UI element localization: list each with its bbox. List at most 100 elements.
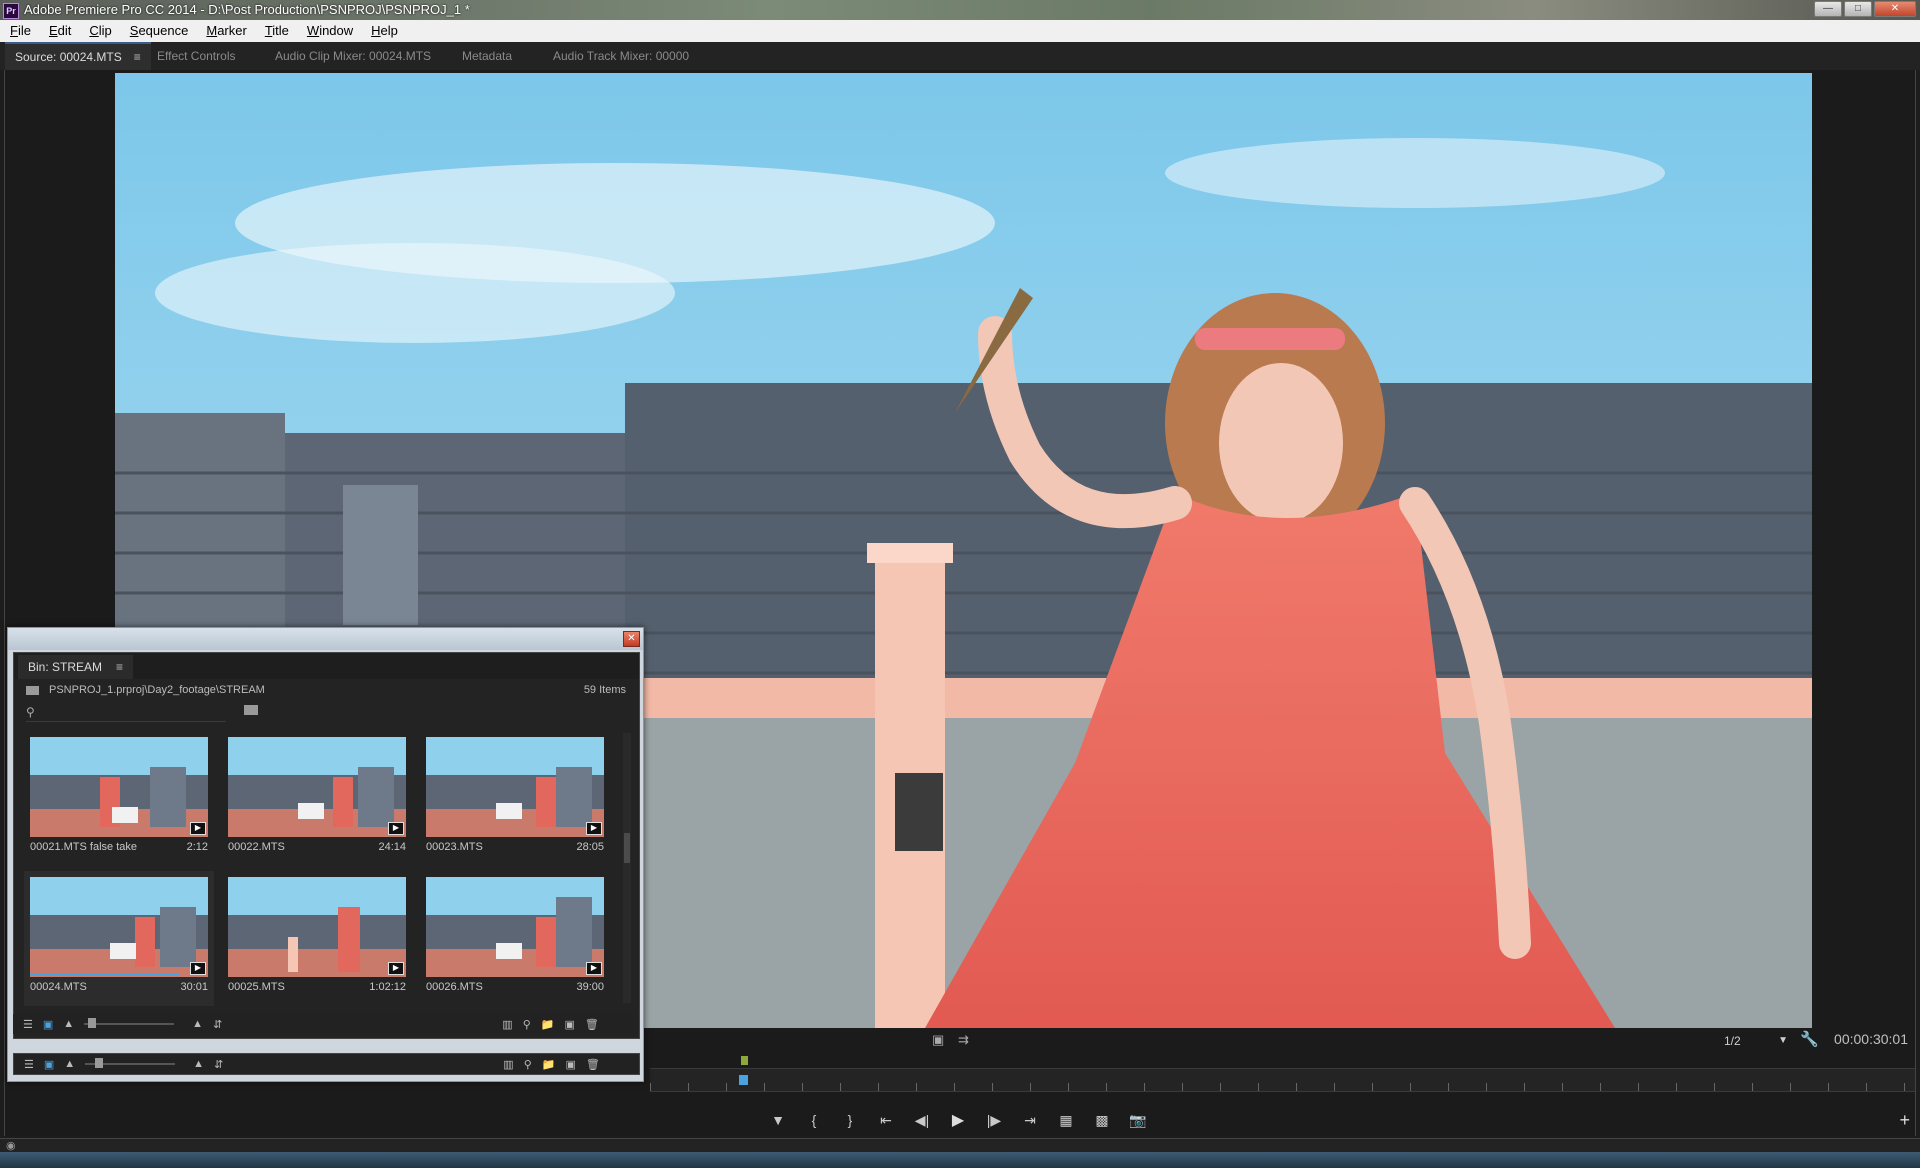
new-item-icon[interactable]: ▣ xyxy=(565,1058,575,1071)
icon-view-icon[interactable]: ▣ xyxy=(43,1018,53,1031)
menu-title[interactable]: Title xyxy=(255,20,297,42)
premiere-logo-icon: Pr xyxy=(3,3,19,19)
playhead[interactable] xyxy=(738,1075,748,1085)
clip-thumbnail[interactable]: ▶ xyxy=(30,877,208,977)
bin-menu-icon[interactable]: ≡ xyxy=(116,660,123,674)
safe-margins-icon[interactable]: ▣ xyxy=(932,1032,944,1048)
clip-thumbnail[interactable]: ▶ xyxy=(426,877,604,977)
panel-tab-bar: Source: 00024.MTS ≡ Effect Controls Audio… xyxy=(0,42,1920,70)
transport-controls: ▼ { } ⇤ ◀| ▶ |▶ ⇥ ▦ ▩ 📷 xyxy=(760,1108,1156,1132)
title-bar: Pr Adobe Premiere Pro CC 2014 - D:\Post … xyxy=(0,0,1920,20)
step-forward-button[interactable]: |▶ xyxy=(976,1112,1012,1129)
clip-item-selected[interactable]: ▶ 00024.MTS 30:01 xyxy=(24,871,214,1006)
scrollbar-thumb[interactable] xyxy=(624,833,630,863)
menu-clip[interactable]: Clip xyxy=(79,20,119,42)
new-search-bin-icon[interactable] xyxy=(244,705,258,715)
bin-path: PSNPROJ_1.prproj\Day2_footage\STREAM 59 … xyxy=(26,684,626,700)
clip-thumbnail[interactable]: ▶ xyxy=(426,737,604,837)
sort-icon[interactable]: ⇵ xyxy=(213,1018,222,1031)
trash-icon[interactable]: 🗑 xyxy=(585,1018,599,1031)
automate-to-sequence-icon[interactable]: ▥ xyxy=(502,1018,512,1031)
window-controls: — □ ✕ xyxy=(1814,0,1916,18)
background-render-icon[interactable]: ◉ xyxy=(6,1139,16,1152)
bin-tab-bar: Bin: STREAM ≡ xyxy=(14,653,639,679)
thumbnail-size-slider[interactable] xyxy=(84,1018,175,1028)
button-editor-plus-icon[interactable]: + xyxy=(1899,1110,1910,1131)
mark-in-button[interactable]: { xyxy=(796,1112,832,1128)
folder-icon[interactable] xyxy=(26,685,39,695)
bin-panel: Bin: STREAM ≡ PSNPROJ_1.prproj\Day2_foota… xyxy=(13,652,640,1039)
menu-edit[interactable]: Edit xyxy=(39,20,79,42)
find-icon[interactable]: ⚲ xyxy=(524,1058,532,1071)
zoom-in-icon[interactable]: ▲ xyxy=(192,1018,203,1030)
panel-menu-icon[interactable]: ≡ xyxy=(134,50,141,64)
status-bar: ◉ xyxy=(0,1138,1920,1153)
trash-icon[interactable]: 🗑 xyxy=(586,1058,600,1071)
slider-knob[interactable] xyxy=(95,1058,104,1068)
tab-source[interactable]: Source: 00024.MTS ≡ xyxy=(5,42,151,70)
clip-item[interactable]: ▶ 00022.MTS 24:14 xyxy=(222,731,412,866)
menu-window[interactable]: Window xyxy=(297,20,361,42)
automate-to-sequence-icon[interactable]: ▥ xyxy=(503,1058,513,1071)
list-view-icon[interactable]: ☰ xyxy=(23,1018,33,1031)
tab-audio-track-mixer[interactable]: Audio Track Mixer: 00000 xyxy=(553,42,689,70)
find-icon[interactable]: ⚲ xyxy=(523,1018,531,1031)
project-footer-toolbar: ☰ ▣ ▲ ▲ ⇵ ▥ ⚲ 📁 ▣ 🗑 xyxy=(13,1053,640,1075)
bin-search-input[interactable]: ⚲ xyxy=(26,703,226,722)
new-bin-icon[interactable]: 📁 xyxy=(542,1058,556,1071)
clip-item[interactable]: ▶ 00025.MTS 1:02:12 xyxy=(222,871,412,1006)
menu-help[interactable]: Help xyxy=(361,20,406,42)
clip-type-icon: ▶ xyxy=(388,962,404,975)
clip-thumbnail[interactable]: ▶ xyxy=(228,737,406,837)
clip-item[interactable]: ▶ 00021.MTS false take 2:12 xyxy=(24,731,214,866)
tab-metadata[interactable]: Metadata xyxy=(462,42,512,70)
icon-view-icon[interactable]: ▣ xyxy=(44,1058,54,1071)
monitor-time-ruler[interactable] xyxy=(650,1068,1915,1092)
drag-video-icon[interactable]: ⇉ xyxy=(958,1032,969,1048)
play-button[interactable]: ▶ xyxy=(940,1110,976,1130)
mark-out-button[interactable]: } xyxy=(832,1112,868,1128)
clip-item[interactable]: ▶ 00026.MTS 39:00 xyxy=(420,871,610,1006)
duration-timecode[interactable]: 00:00:30:01 xyxy=(1834,1031,1908,1047)
new-bin-icon[interactable]: 📁 xyxy=(541,1018,555,1031)
clip-thumbnail[interactable]: ▶ xyxy=(30,737,208,837)
step-back-button[interactable]: ◀| xyxy=(904,1112,940,1129)
bin-window-titlebar[interactable] xyxy=(8,628,643,650)
settings-wrench-icon[interactable]: 🔧 xyxy=(1800,1030,1819,1048)
go-to-out-button[interactable]: ⇥ xyxy=(1012,1112,1048,1129)
clip-thumbnail[interactable]: ▶ xyxy=(228,877,406,977)
in-point-marker[interactable] xyxy=(741,1056,748,1065)
bin-floating-window: ✕ Bin: STREAM ≡ PSNPROJ_1.prproj\Day2_foo… xyxy=(7,627,644,1082)
bin-scrollbar[interactable] xyxy=(623,733,631,1003)
new-item-icon[interactable]: ▣ xyxy=(564,1018,574,1031)
minimize-button[interactable]: — xyxy=(1814,1,1842,17)
maximize-button[interactable]: □ xyxy=(1844,1,1872,17)
clip-item[interactable]: ▶ 00023.MTS 28:05 xyxy=(420,731,610,866)
zoom-level-select[interactable]: 1/2 ▼ xyxy=(1724,1032,1788,1050)
overwrite-button[interactable]: ▩ xyxy=(1084,1112,1120,1129)
sort-icon[interactable]: ⇵ xyxy=(214,1058,223,1071)
export-frame-camera-icon[interactable]: 📷 xyxy=(1120,1112,1156,1129)
zoom-out-icon[interactable]: ▲ xyxy=(63,1018,74,1030)
go-to-in-button[interactable]: ⇤ xyxy=(868,1112,904,1129)
tab-bin-stream[interactable]: Bin: STREAM ≡ xyxy=(18,655,134,679)
bin-footer-toolbar: ☰ ▣ ▲ ▲ ⇵ ▥ ⚲ 📁 ▣ 🗑 xyxy=(13,1014,638,1034)
zoom-out-icon[interactable]: ▲ xyxy=(64,1058,75,1070)
tab-audio-clip-mixer[interactable]: Audio Clip Mixer: 00024.MTS xyxy=(275,42,431,70)
menu-sequence[interactable]: Sequence xyxy=(120,20,197,42)
menu-file[interactable]: File xyxy=(0,20,39,42)
tab-effect-controls[interactable]: Effect Controls xyxy=(157,42,235,70)
zoom-in-icon[interactable]: ▲ xyxy=(193,1058,204,1070)
ruler-ticks xyxy=(650,1083,1915,1091)
insert-button[interactable]: ▦ xyxy=(1048,1112,1084,1129)
list-view-icon[interactable]: ☰ xyxy=(24,1058,34,1071)
menu-marker[interactable]: Marker xyxy=(196,20,254,42)
slider-knob[interactable] xyxy=(88,1018,97,1028)
clip-type-icon: ▶ xyxy=(190,822,206,835)
close-window-button[interactable]: ✕ xyxy=(1874,1,1916,17)
thumbnail-size-slider[interactable] xyxy=(85,1058,176,1068)
bin-close-button[interactable]: ✕ xyxy=(623,631,640,647)
clip-type-icon: ▶ xyxy=(586,962,602,975)
add-marker-button[interactable]: ▼ xyxy=(760,1112,796,1128)
bin-item-count: 59 Items xyxy=(583,684,626,696)
